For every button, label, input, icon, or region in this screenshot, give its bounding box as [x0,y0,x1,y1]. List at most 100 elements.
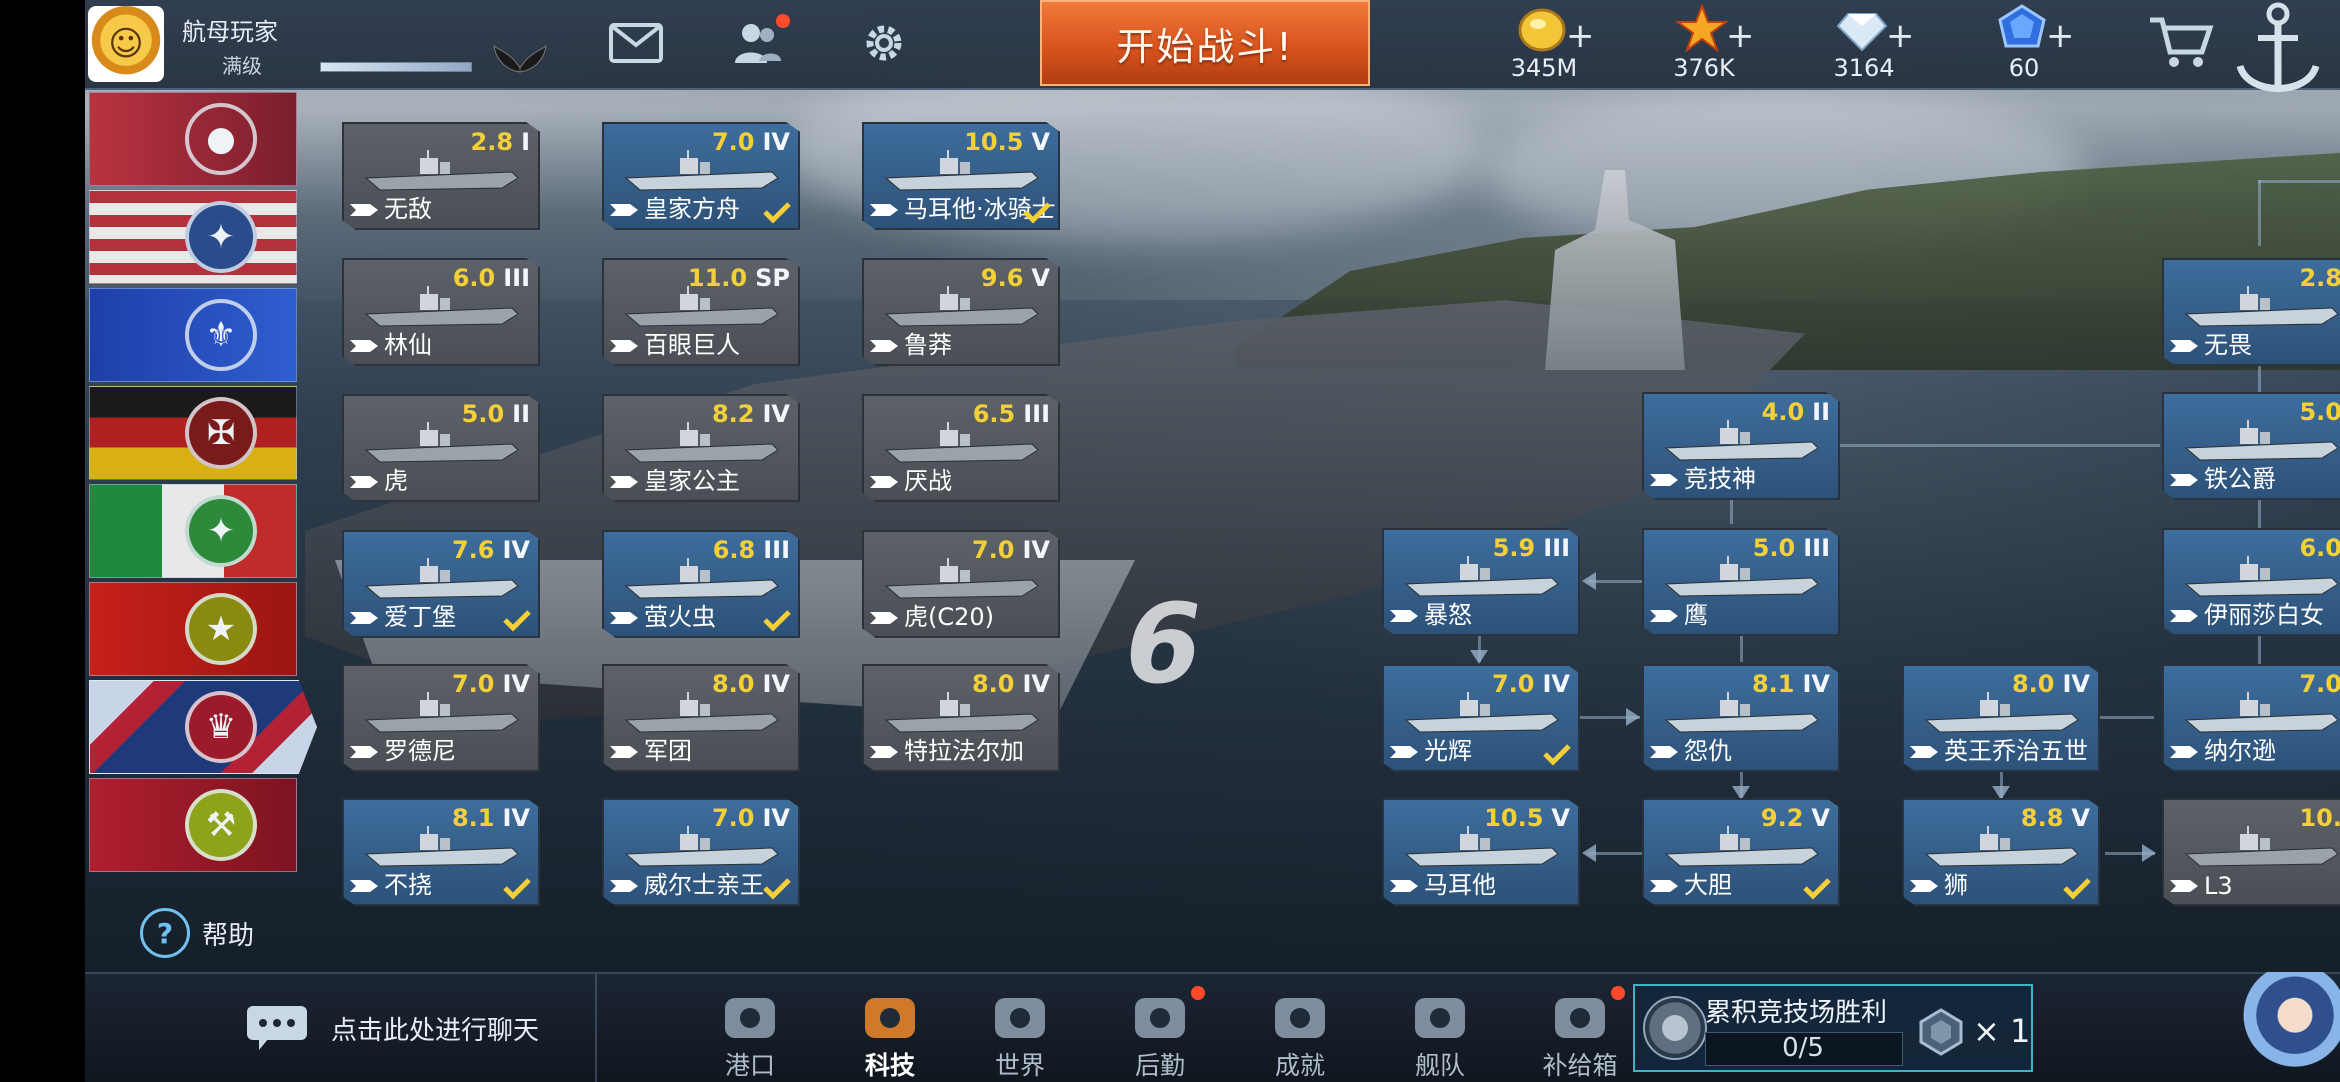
shop-cart-icon[interactable] [2148,14,2214,70]
help-icon: ? [140,908,190,958]
currency-gold[interactable]: + 345M [1494,4,1595,84]
ship-card[interactable]: 7.6 IV 爱丁堡 [342,530,540,638]
ship-class-icon [610,340,638,352]
ship-card[interactable]: 6.5 III 厌战 [862,394,1060,502]
ship-class-icon [610,746,638,758]
nav-tech[interactable]: 科技 [835,974,945,1082]
ship-class-icon [2170,746,2198,758]
ship-rating: 9.2 [1760,804,1804,832]
divider [595,974,597,1082]
ship-tier: V [2071,804,2090,832]
ship-card[interactable]: 6.0 伊丽莎白女 [2162,528,2340,636]
mail-icon[interactable] [608,18,664,68]
nation-tab-germany[interactable]: ✠ [89,386,297,480]
unlocked-check-icon [1803,878,1831,900]
ship-card[interactable]: 10.5 V 马耳他·冰骑士 [862,122,1060,230]
nav-achievement[interactable]: 成就 [1245,974,1355,1082]
ship-card[interactable]: 6.8 III 萤火虫 [602,530,800,638]
hammer-sickle-icon: ⚒ [185,789,257,861]
ship-rating: 7.0 [1491,670,1535,698]
ship-name: 爱丁堡 [384,603,456,631]
ship-tier: IV [502,536,530,564]
ship-card[interactable]: 7.0 纳尔逊 [2162,664,2340,772]
ship-rating: 7.0 [971,536,1015,564]
help-button[interactable]: ? 帮助 [140,908,254,958]
nav-label: 补给箱 [1542,1051,1618,1080]
blue-gem-icon [1998,4,2046,48]
ship-card[interactable]: 7.0 IV 光辉 [1382,664,1580,772]
logistics-icon [1135,998,1185,1038]
ship-card[interactable]: 5.9 III 暴怒 [1382,528,1580,636]
currency-gem[interactable]: + 60 [1974,4,2075,84]
arena-badge-icon [1643,996,1707,1060]
nav-supply-box[interactable]: 补给箱 [1525,974,1635,1082]
nation-tab-italy[interactable]: ✦ [89,484,297,578]
ship-card[interactable]: 8.2 IV 皇家公主 [602,394,800,502]
ship-card[interactable]: 2.8 I 无敌 [342,122,540,230]
nation-tab-uk[interactable]: ♛ [89,680,317,774]
start-battle-button[interactable]: 开始战斗! [1040,0,1370,86]
ship-card[interactable]: 7.0 IV 罗德尼 [342,664,540,772]
ship-rating: 2.8 [470,128,514,156]
ship-card[interactable]: 10. L3 [2162,798,2340,906]
ship-card[interactable]: 8.1 IV 不挠 [342,798,540,906]
ship-card[interactable]: 8.0 IV 军团 [602,664,800,772]
nation-tab-china[interactable]: ★ [89,582,297,676]
ship-name: 罗德尼 [384,737,456,765]
ship-card[interactable]: 7.0 IV 皇家方舟 [602,122,800,230]
ship-rating: 10. [2299,804,2340,832]
ship-rating: 7.0 [711,128,755,156]
ship-card[interactable]: 10.5 V 马耳他 [1382,798,1580,906]
ship-card[interactable]: 8.1 IV 怨仇 [1642,664,1840,772]
nation-tab-soviet[interactable]: ⚒ [89,778,297,872]
nation-tab-usa[interactable]: ✦ [89,190,297,284]
ship-name: 无敌 [384,195,432,223]
currency-diamond[interactable]: + 3164 [1814,4,1915,84]
exp-bar-fill [321,63,471,71]
nation-tab-france[interactable]: ⚜ [89,288,297,382]
ship-card[interactable]: 8.0 IV 特拉法尔加 [862,664,1060,772]
diamond-value: 3164 [1833,54,1895,82]
ship-card[interactable]: 7.0 IV 虎(C20) [862,530,1060,638]
ship-card[interactable]: 2.8 无畏 [2162,258,2340,366]
ship-card[interactable]: 8.8 V 狮 [1902,798,2100,906]
settings-gear-icon[interactable] [856,18,912,68]
currency-star[interactable]: + 376K [1654,4,1755,84]
ship-card[interactable]: 9.6 V 鲁莽 [862,258,1060,366]
nav-globe[interactable]: 世界 [965,974,1075,1082]
nav-port[interactable]: 港口 [695,974,805,1082]
chat-button[interactable]: 点击此处进行聊天 [245,1004,539,1052]
anchor-icon[interactable] [2232,0,2324,110]
nav-badge [1611,986,1625,1000]
nav-fleet[interactable]: 舰队 [1385,974,1495,1082]
ship-class-icon [350,746,378,758]
ship-card[interactable]: 11.0 SP 百眼巨人 [602,258,800,366]
ship-name: 特拉法尔加 [904,737,1024,765]
ship-class-icon [870,612,898,624]
nav-logistics[interactable]: 后勤 [1105,974,1215,1082]
ship-card[interactable]: 7.0 IV 威尔士亲王 [602,798,800,906]
gem-value: 60 [2008,54,2040,82]
ship-card[interactable]: 9.2 V 大胆 [1642,798,1840,906]
ship-name: 竞技神 [1684,465,1756,493]
ship-card[interactable]: 5.0 III 鹰 [1642,528,1840,636]
ship-name: 百眼巨人 [644,331,740,359]
ship-tier: SP [755,264,790,292]
ship-card[interactable]: 6.0 III 林仙 [342,258,540,366]
ship-rating: 6.8 [712,536,756,564]
ship-card[interactable]: 5.0 铁公爵 [2162,392,2340,500]
advisor-avatar[interactable] [2240,972,2340,1080]
ship-class-icon [1650,746,1678,758]
ship-card[interactable]: 8.0 IV 英王乔治五世 [1902,664,2100,772]
ship-rating: 8.0 [2011,670,2055,698]
ship-rating: 6.0 [452,264,496,292]
arena-wins-panel[interactable]: 累积竞技场胜利 0/5 × 1 [1633,984,2033,1072]
player-avatar[interactable]: ☺ [88,6,164,82]
ship-card[interactable]: 4.0 II 竞技神 [1642,392,1840,500]
port-icon [725,998,775,1038]
ship-rating: 8.8 [2020,804,2064,832]
ship-rating: 5.9 [1492,534,1536,562]
ship-card[interactable]: 5.0 II 虎 [342,394,540,502]
nation-tab-japan[interactable]: ● [89,92,297,186]
nav-label: 世界 [994,1051,1045,1080]
